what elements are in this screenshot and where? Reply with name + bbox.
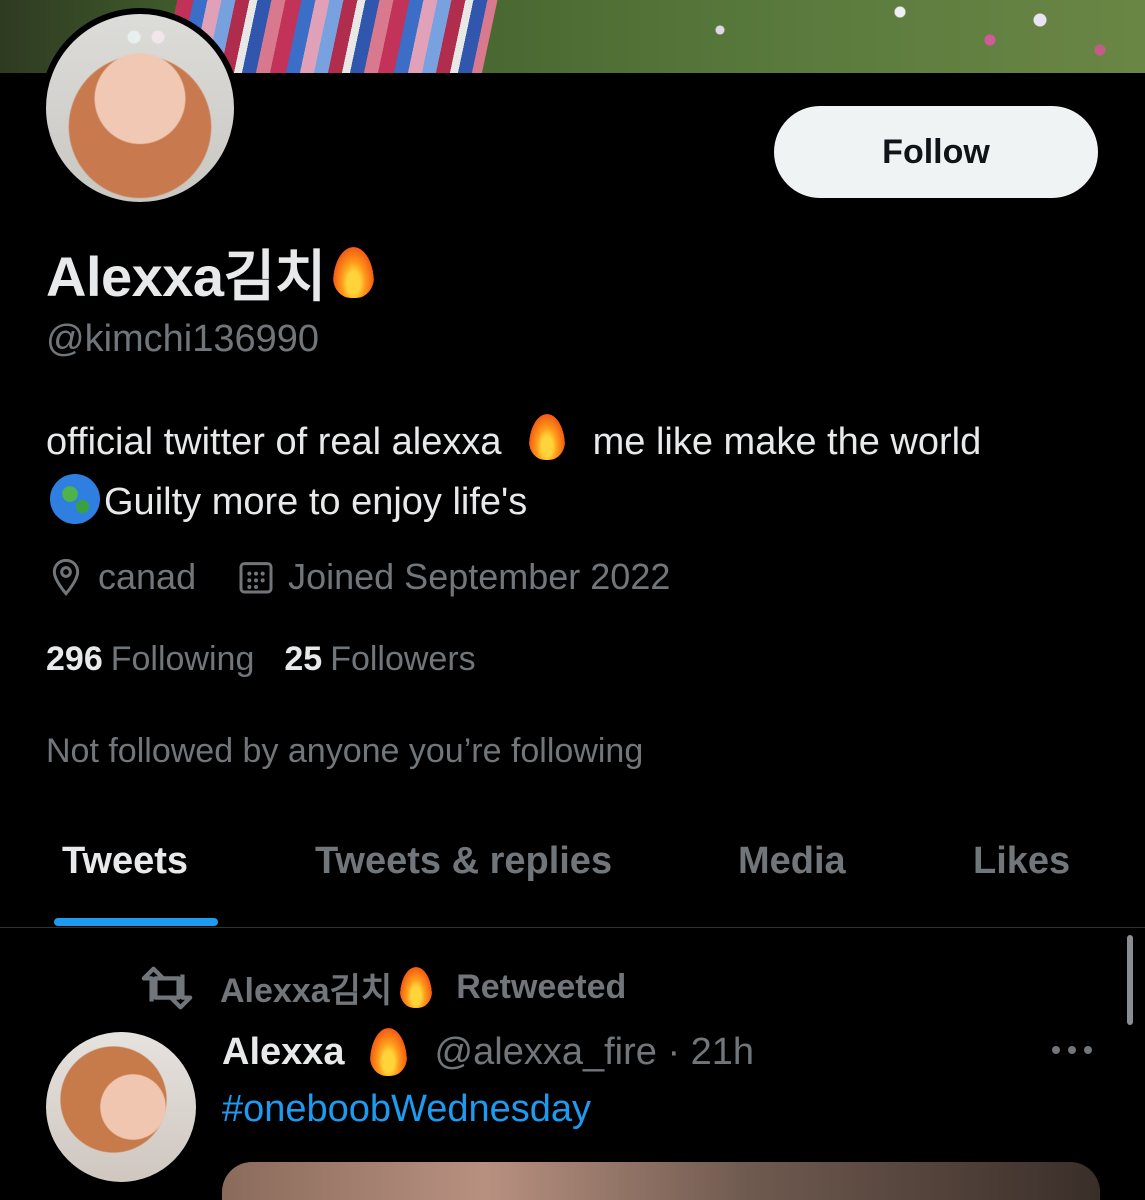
tweet-handle-time: @alexxa_fire · 21h xyxy=(434,1030,755,1073)
following-link[interactable]: 296 Following xyxy=(46,640,254,679)
scrollbar[interactable] xyxy=(1127,935,1133,1025)
tweet-author-avatar[interactable] xyxy=(46,1032,196,1182)
mutual-followers-text: Not followed by anyone you’re following xyxy=(46,732,644,770)
followers-label: Followers xyxy=(330,640,476,678)
tab-tweets-replies[interactable]: Tweets & replies xyxy=(315,840,612,883)
fire-icon xyxy=(522,412,572,462)
profile-stats: 296 Following 25 Followers xyxy=(46,640,506,679)
bio-text-2: me like make the world xyxy=(592,421,982,463)
retweet-icon xyxy=(141,966,193,1009)
profile-tabs: Tweets Tweets & replies Media Likes xyxy=(0,820,1145,928)
profile-avatar[interactable] xyxy=(40,8,240,208)
globe-icon xyxy=(50,474,100,524)
location-pin-icon xyxy=(52,558,80,596)
tab-media[interactable]: Media xyxy=(738,840,846,883)
follow-button[interactable]: Follow xyxy=(774,106,1098,198)
display-name-text: Alexxa김치 xyxy=(46,245,326,308)
following-label: Following xyxy=(110,640,255,678)
join-date-text: Joined September 2022 xyxy=(288,556,671,597)
tab-likes[interactable]: Likes xyxy=(973,840,1070,883)
tweet-author-text: Alexxa xyxy=(222,1030,345,1073)
fire-icon xyxy=(326,245,382,301)
bio-text-1: official twitter of real alexxa xyxy=(46,421,502,463)
location: canad xyxy=(46,556,196,598)
tweet-media-image[interactable] xyxy=(222,1162,1100,1200)
display-name: Alexxa김치 xyxy=(46,232,382,313)
tweet-header: Alexxa @alexxa_fire · 21h xyxy=(222,1026,754,1078)
more-icon[interactable] xyxy=(1050,1040,1094,1060)
fire-icon xyxy=(363,1026,415,1078)
followers-link[interactable]: 25 Followers xyxy=(284,640,475,679)
profile-bio: official twitter of real alexxa me like … xyxy=(46,412,1046,532)
avatar-flower-crown xyxy=(116,26,176,48)
tab-tweets[interactable]: Tweets xyxy=(62,840,188,883)
retweet-context: Alexxa김치 Retweeted xyxy=(140,963,626,1012)
retweeted-label: Retweeted xyxy=(456,968,627,1006)
active-tab-indicator xyxy=(54,918,218,926)
join-date: Joined September 2022 xyxy=(236,556,670,598)
following-count: 296 xyxy=(46,640,103,678)
retweeter-name[interactable]: Alexxa김치 xyxy=(220,963,392,1012)
calendar-icon xyxy=(239,562,273,594)
location-text: canad xyxy=(98,556,197,597)
profile-handle: @kimchi136990 xyxy=(46,318,320,360)
tweet-hashtag[interactable]: #oneboobWednesday xyxy=(222,1088,591,1131)
followers-count: 25 xyxy=(284,640,323,678)
tweet-author-name[interactable]: Alexxa xyxy=(222,1026,415,1078)
bio-text-3: Guilty more to enjoy life's xyxy=(104,481,528,523)
fire-icon xyxy=(394,966,438,1010)
profile-meta: canad Joined September 2022 xyxy=(46,556,710,598)
